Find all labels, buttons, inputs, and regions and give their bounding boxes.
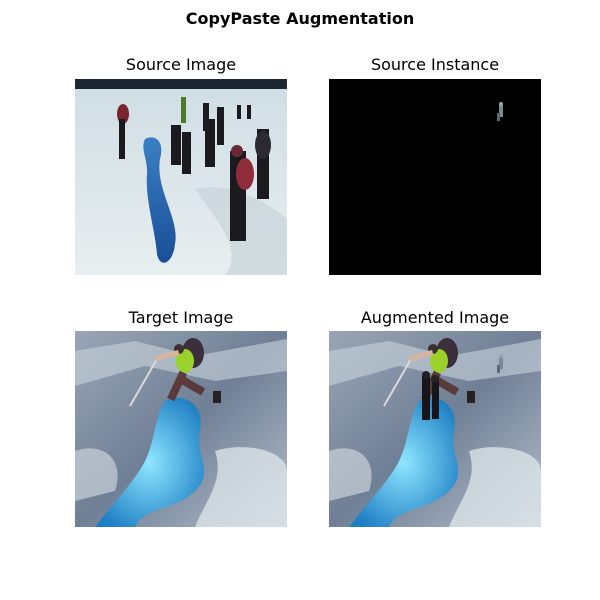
source-image-panel (75, 79, 287, 275)
panel-title-source-image: Source Image (125, 55, 237, 74)
augmented-image-panel (329, 331, 541, 527)
panel-title-augmented-image: Augmented Image (360, 308, 510, 327)
panel-title-source-instance: Source Instance (370, 55, 500, 74)
source-instance-panel (329, 79, 541, 275)
target-image (75, 331, 287, 527)
augmented-image (329, 331, 541, 527)
panel-title-target-image: Target Image (128, 308, 234, 327)
source-image (75, 79, 287, 275)
source-instance-mask (329, 79, 541, 275)
figure-title: CopyPaste Augmentation (185, 9, 415, 28)
horizon-strip (75, 79, 287, 89)
target-image-panel (75, 331, 287, 527)
